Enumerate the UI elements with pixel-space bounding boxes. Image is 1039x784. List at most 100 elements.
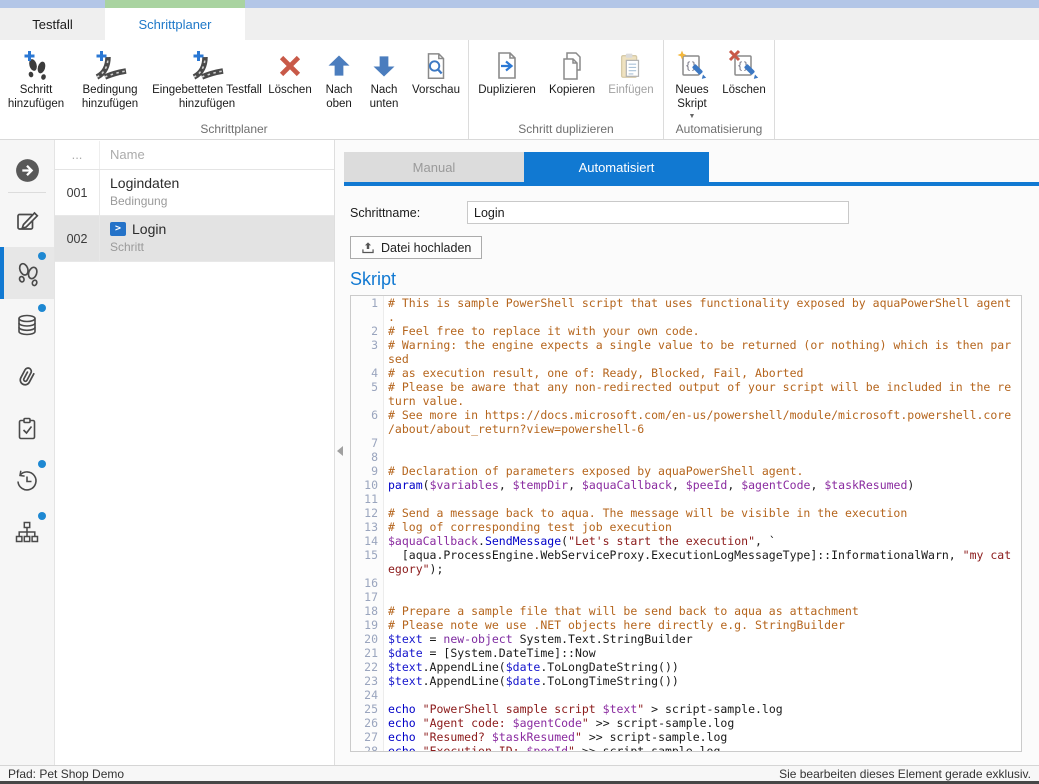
step-name-text: Login [132,221,166,237]
step-list-header-name: Name [100,147,145,162]
tab-manual[interactable]: Manual [344,152,524,182]
neues-skript-button[interactable]: {}Neues Skript ▼ [667,43,717,120]
code-line: 26echo "Agent code: $agentCode" >> scrip… [351,716,1021,730]
line-number [351,352,384,366]
arrow-up-icon [325,48,353,84]
code-line: 21$date = [System.DateTime]::Now [351,646,1021,660]
sidebar-item-edit[interactable] [0,195,54,247]
ribbon-button-label: Nach oben [317,84,361,111]
ribbon-button-label: Nach unten [361,84,407,111]
code-text: # as execution result, one of: Ready, Bl… [384,366,803,380]
script-code-editor[interactable]: 1# This is sample PowerShell script that… [350,295,1022,752]
loeschen-button[interactable]: Löschen [263,43,317,98]
step-number: 002 [55,216,100,261]
sidebar-item-relations[interactable] [0,507,54,559]
status-path: Pfad: Pet Shop Demo [8,767,124,781]
duplizieren-button[interactable]: Duplizieren [472,43,542,98]
code-line: 20$text = new-object System.Text.StringB… [351,632,1021,646]
sidebar-item-data[interactable] [0,299,54,351]
code-line: 16 [351,576,1021,590]
branch-add-icon [92,48,128,84]
code-line: 7 [351,436,1021,450]
ribbon-button-label: Bedingung hinzufügen [69,84,151,111]
new-script-icon: {} [675,48,709,84]
footsteps-icon [14,260,41,287]
code-line: turn value. [351,394,1021,408]
code-text: $aquaCallback.SendMessage("Let's start t… [384,534,776,548]
code-line: 5# Please be aware that any non-redirect… [351,380,1021,394]
code-line: 13# log of corresponding test job execut… [351,520,1021,534]
code-line: 28echo "Execution ID: $peeId" >> script-… [351,744,1021,752]
sidebar-item-attachments[interactable] [0,351,54,403]
line-number: 2 [351,324,384,338]
line-number: 11 [351,492,384,506]
ribbon-group-label: Automatisierung [664,122,774,136]
code-text: [aqua.ProcessEngine.WebServiceProxy.Exec… [384,548,1011,562]
ribbon-button-label: Duplizieren [478,84,536,98]
code-line: 24 [351,688,1021,702]
bedingung-hinzufuegen-button[interactable]: Bedingung hinzufügen [69,43,151,111]
line-number: 8 [351,450,384,464]
ribbon-button-label: Vorschau [412,84,460,98]
sidebar-item-tasks[interactable] [0,403,54,455]
einfuegen-button[interactable]: Einfügen [602,43,660,98]
tab-automatisiert[interactable]: Automatisiert [524,152,709,182]
ribbon-group: {}Neues Skript ▼ {}Löschen Automatisierung [664,40,775,139]
script-heading: Skript [350,269,1039,290]
detail-tabs: Manual Automatisiert [344,152,1039,182]
step-name: Logindaten [110,175,179,191]
code-text: # Please be aware that any non-redirecte… [384,380,1011,394]
chevron-down-icon[interactable]: ▼ [689,113,696,120]
nach-unten-button[interactable]: Nach unten [361,43,407,111]
window-top-strip [0,0,1039,8]
code-line: egory"); [351,562,1021,576]
upload-icon [361,241,375,255]
sidebar-item-steps[interactable] [0,247,54,299]
line-number: 21 [351,646,384,660]
code-text: $date = [System.DateTime]::Now [384,646,596,660]
code-text [384,492,388,506]
paperclip-icon [14,364,40,390]
line-number: 22 [351,660,384,674]
code-text: # Feel free to replace it with your own … [384,324,700,338]
tab-testfall[interactable]: Testfall [0,8,105,40]
sidebar-item-navigate[interactable] [0,148,54,192]
code-text [384,688,388,702]
line-number: 23 [351,674,384,688]
ribbon-button-label: Löschen [722,84,765,98]
code-text: $text = new-object System.Text.StringBui… [384,632,693,646]
code-line: 1# This is sample PowerShell script that… [351,296,1021,310]
line-number: 9 [351,464,384,478]
code-text: . [384,310,395,324]
upload-file-button[interactable]: Datei hochladen [350,236,482,259]
code-line: 2# Feel free to replace it with your own… [351,324,1021,338]
code-text: # Warning: the engine expects a single v… [384,338,1011,352]
splitter-collapse-icon[interactable] [337,446,343,456]
step-name-input[interactable] [467,201,849,224]
step-row[interactable]: 001LogindatenBedingung [55,170,334,216]
code-text [384,576,388,590]
panel-splitter[interactable] [335,140,344,765]
code-line: 15 [aqua.ProcessEngine.WebServiceProxy.E… [351,548,1021,562]
upload-button-label: Datei hochladen [381,241,471,255]
code-line: sed [351,352,1021,366]
kopieren-button[interactable]: Kopieren [542,43,602,98]
tab-schrittplaner[interactable]: Schrittplaner [105,8,245,40]
step-row[interactable]: 002>LoginSchritt [55,216,334,262]
ribbon-button-label: Neues Skript [667,84,717,111]
code-line: 22$text.AppendLine($date.ToLongDateStrin… [351,660,1021,674]
paste-icon [616,48,646,84]
line-number: 24 [351,688,384,702]
eingebetteten-testfall-hinzufuegen-button[interactable]: Eingebetteten Testfall hinzufügen [151,43,263,111]
schritt-hinzufuegen-button[interactable]: Schritt hinzufügen [3,43,69,111]
vorschau-button[interactable]: Vorschau [407,43,465,98]
step-number: 001 [55,170,100,215]
line-number: 5 [351,380,384,394]
code-text: echo "Resumed? $taskResumed" >> script-s… [384,730,727,744]
code-text: /about/about_return?view=powershell-6 [384,422,644,436]
sidebar-item-history[interactable] [0,455,54,507]
notification-dot [38,252,46,260]
nach-oben-button[interactable]: Nach oben [317,43,361,111]
skript-loeschen-button[interactable]: {}Löschen [717,43,771,98]
code-text: # Declaration of parameters exposed by a… [384,464,803,478]
